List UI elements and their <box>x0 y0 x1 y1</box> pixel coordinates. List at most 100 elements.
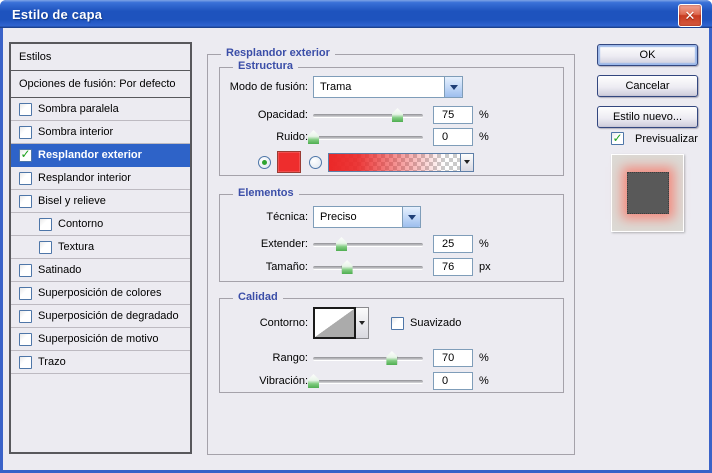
checkbox-icon[interactable] <box>19 125 32 139</box>
spread-label: Extender: <box>260 238 308 250</box>
preview-label: Previsualizar <box>635 132 698 145</box>
size-unit: px <box>479 261 491 273</box>
sidebar-item-label: Textura <box>58 241 95 253</box>
preview-checkbox[interactable] <box>611 132 624 145</box>
slider-track[interactable] <box>313 243 423 247</box>
sidebar-item-resplandor-interior[interactable]: Resplandor interior <box>11 167 190 190</box>
styles-list-items: Sombra paralela Sombra interior Resplandor… <box>11 98 190 374</box>
slider-thumb[interactable] <box>386 351 398 365</box>
sidebar-item-label: Resplandor interior <box>38 172 131 184</box>
chevron-down-icon[interactable] <box>444 77 462 97</box>
opacity-row: Opacidad: % <box>220 106 563 124</box>
glow-color-row <box>220 151 563 173</box>
noise-slider[interactable] <box>308 129 425 145</box>
checkbox-icon[interactable] <box>19 171 32 185</box>
sidebar-item-resplandor-exterior[interactable]: Resplandor exterior <box>11 144 190 167</box>
sidebar-item-sombra-interior[interactable]: Sombra interior <box>11 121 190 144</box>
checkbox-icon[interactable] <box>19 332 32 346</box>
elements-title: Elementos <box>233 187 299 199</box>
range-input[interactable] <box>433 349 473 367</box>
technique-row: Técnica: Preciso <box>220 206 563 228</box>
spread-slider[interactable] <box>313 236 425 252</box>
gradient-radio[interactable] <box>309 155 322 169</box>
noise-unit: % <box>479 131 489 143</box>
contour-dropdown-icon[interactable] <box>356 307 369 339</box>
antialias-checkbox[interactable] <box>391 316 404 330</box>
sidebar-item-label: Contorno <box>58 218 104 230</box>
outer-glow-panel: Resplandor exterior Estructura Modo de f… <box>207 47 575 455</box>
size-row: Tamaño: px <box>220 258 563 276</box>
range-slider[interactable] <box>313 350 425 366</box>
jitter-input[interactable] <box>433 372 473 390</box>
sidebar-item-bisel-y-relieve[interactable]: Bisel y relieve <box>11 190 190 213</box>
layer-style-dialog: Estilo de capa ✕ Estilos Opciones de fus… <box>0 0 712 473</box>
quality-group: Calidad Contorno: Suavizado Rango: % <box>219 291 564 393</box>
slider-track[interactable] <box>313 114 423 118</box>
sidebar-item-superposicion-de-degradado[interactable]: Superposición de degradado <box>11 305 190 328</box>
elements-group: Elementos Técnica: Preciso Extender: 25 … <box>219 187 564 282</box>
slider-thumb[interactable] <box>341 260 353 274</box>
sidebar-item-satinado[interactable]: Satinado <box>11 259 190 282</box>
panel-title: Resplandor exterior <box>221 47 335 59</box>
sidebar-item-label: Satinado <box>38 264 82 276</box>
glow-preview-square <box>626 172 669 214</box>
size-slider[interactable] <box>313 259 425 275</box>
styles-list: Estilos Opciones de fusión: Por defecto … <box>9 42 192 454</box>
checkbox-icon[interactable] <box>39 217 52 231</box>
title-bar: Estilo de capa ✕ <box>0 0 712 28</box>
blend-mode-select[interactable]: Trama <box>313 76 463 98</box>
range-unit: % <box>479 352 489 364</box>
checkbox-icon[interactable] <box>19 194 32 208</box>
checkbox-icon[interactable] <box>39 240 52 254</box>
slider-thumb[interactable] <box>308 374 319 388</box>
sidebar-item-contorno[interactable]: Contorno <box>11 213 190 236</box>
range-row: Rango: % <box>220 349 563 367</box>
glow-color-swatch[interactable] <box>277 151 301 173</box>
chevron-down-icon[interactable] <box>402 207 420 227</box>
sidebar-item-label: Resplandor exterior <box>38 149 142 161</box>
contour-label: Contorno: <box>259 317 308 329</box>
opacity-unit: % <box>479 109 489 121</box>
styles-header[interactable]: Estilos <box>11 44 190 71</box>
contour-thumbnail[interactable] <box>313 307 356 339</box>
sidebar-item-sombra-paralela[interactable]: Sombra paralela <box>11 98 190 121</box>
sidebar-item-superposicion-de-motivo[interactable]: Superposición de motivo <box>11 328 190 351</box>
gradient-picker[interactable] <box>328 152 461 172</box>
checkbox-icon[interactable] <box>19 309 32 323</box>
solid-color-radio[interactable] <box>258 155 271 169</box>
sidebar-item-trazo[interactable]: Trazo <box>11 351 190 374</box>
checkbox-icon[interactable] <box>19 355 32 369</box>
jitter-slider[interactable] <box>308 373 425 389</box>
slider-thumb[interactable] <box>308 130 319 144</box>
slider-thumb[interactable] <box>392 108 403 122</box>
slider-track[interactable] <box>313 136 423 140</box>
sidebar-item-superposicion-de-colores[interactable]: Superposición de colores <box>11 282 190 305</box>
opacity-slider[interactable] <box>313 107 425 123</box>
checkbox-icon[interactable] <box>19 286 32 300</box>
preview-toggle-row: Previsualizar <box>611 132 698 145</box>
gradient-dropdown-icon[interactable] <box>461 152 474 172</box>
slider-track[interactable] <box>313 266 423 270</box>
sidebar-item-textura[interactable]: Textura <box>11 236 190 259</box>
spread-input[interactable] <box>433 235 473 253</box>
slider-track[interactable] <box>313 380 423 384</box>
noise-input[interactable] <box>433 128 473 146</box>
technique-select[interactable]: Preciso <box>313 206 421 228</box>
checkbox-icon[interactable] <box>19 102 32 116</box>
cancel-button[interactable]: Cancelar <box>597 75 698 97</box>
ok-button[interactable]: OK <box>597 44 698 66</box>
opacity-input[interactable] <box>433 106 473 124</box>
structure-group: Estructura Modo de fusión: Trama Opacida… <box>219 60 564 176</box>
technique-value: Preciso <box>320 211 357 223</box>
blend-mode-label: Modo de fusión: <box>229 81 308 93</box>
checkbox-icon[interactable] <box>19 263 32 277</box>
new-style-button[interactable]: Estilo nuevo... <box>597 106 698 128</box>
contour-row: Contorno: Suavizado <box>220 307 563 339</box>
checkbox-icon[interactable] <box>19 148 32 162</box>
slider-thumb[interactable] <box>336 237 347 251</box>
blending-options-item[interactable]: Opciones de fusión: Por defecto <box>11 71 190 98</box>
sidebar-item-label: Bisel y relieve <box>38 195 106 207</box>
size-input[interactable] <box>433 258 473 276</box>
slider-track[interactable] <box>313 357 423 361</box>
close-button[interactable]: ✕ <box>678 4 702 27</box>
